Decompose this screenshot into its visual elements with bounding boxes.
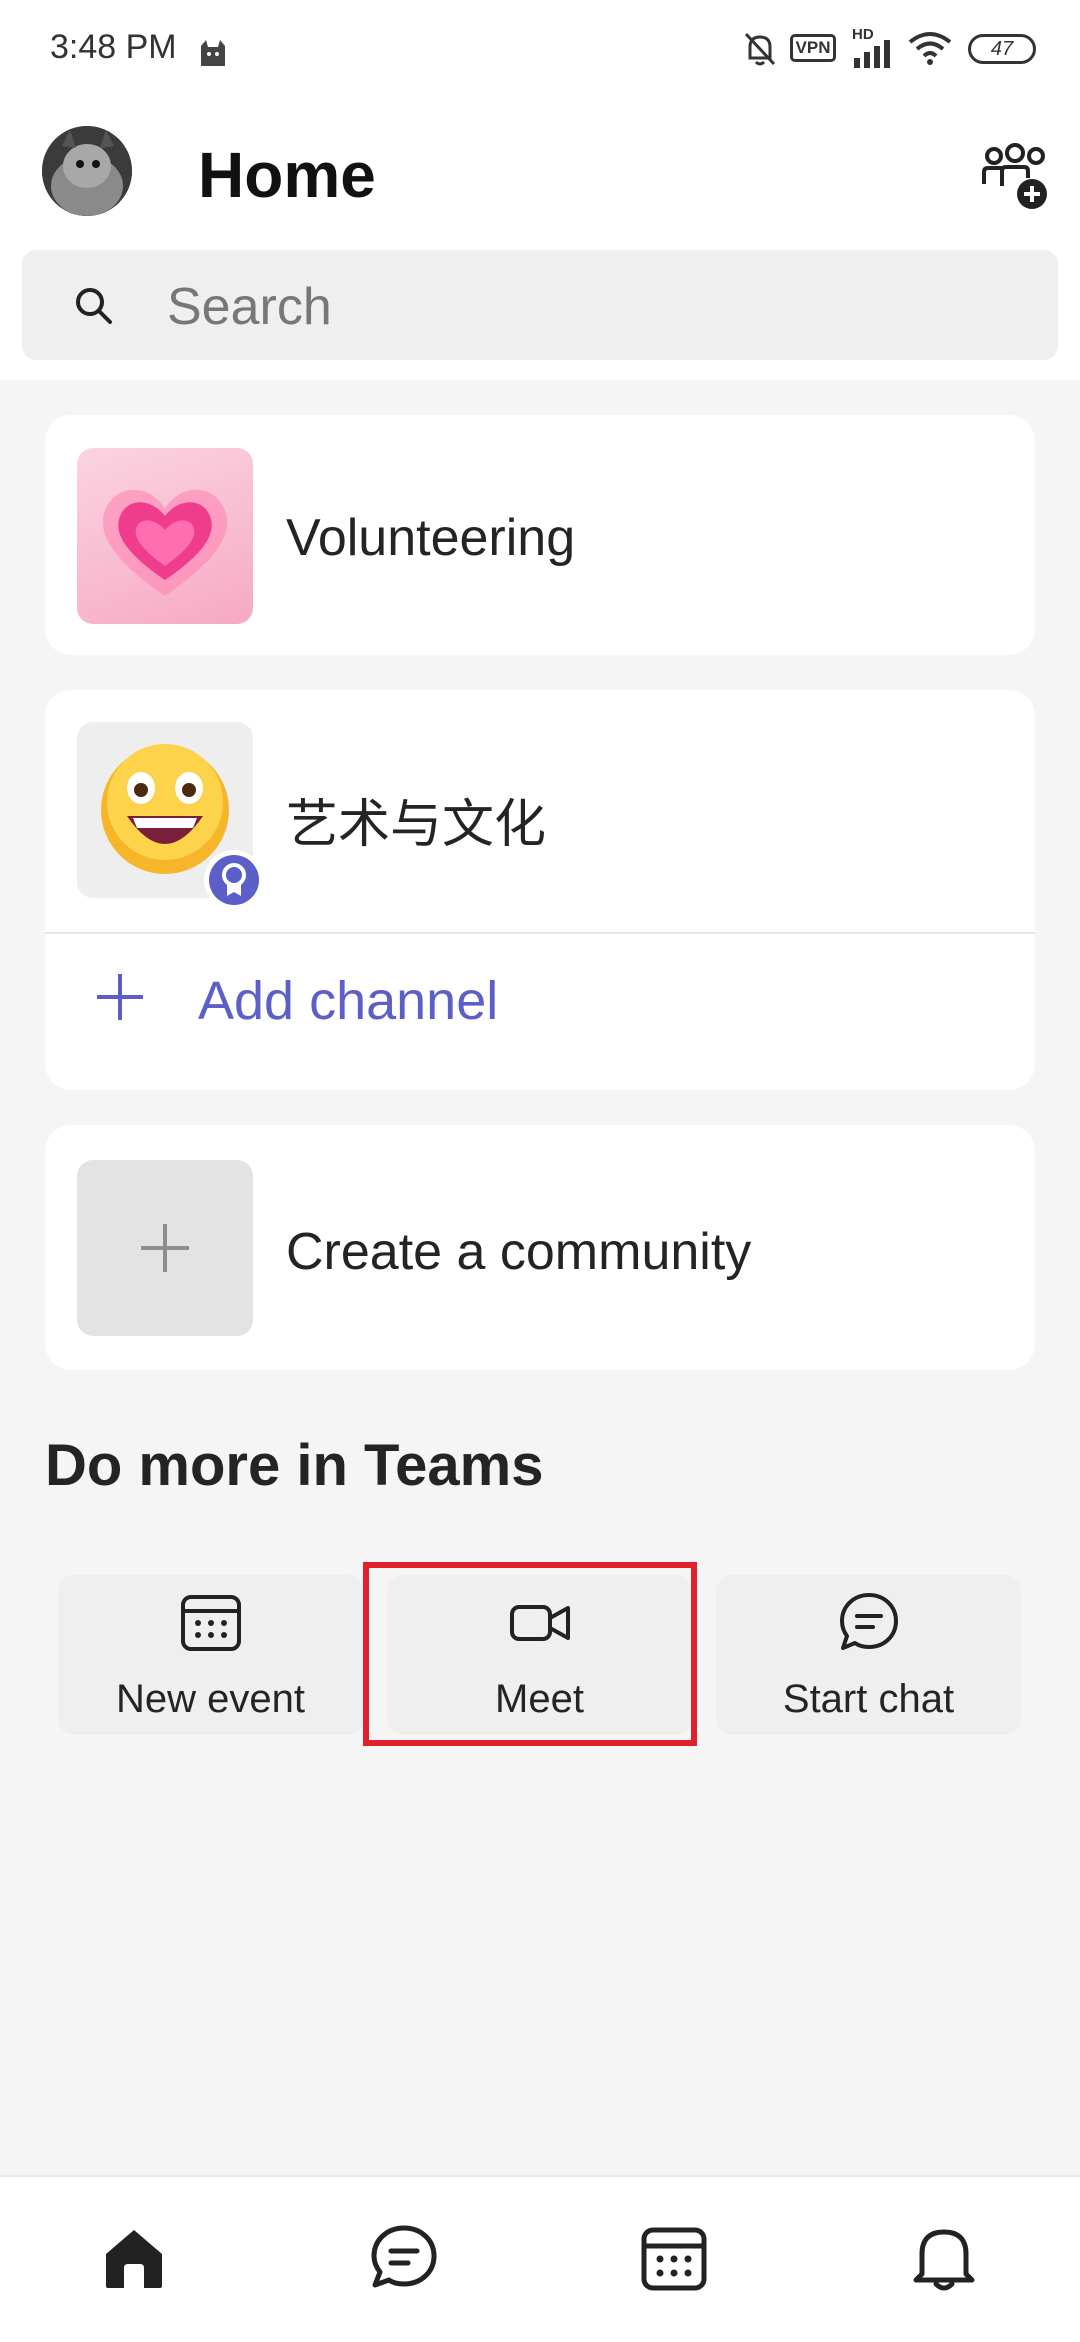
search-input[interactable]: [165, 268, 1029, 346]
add-channel-button[interactable]: [45, 935, 1035, 1085]
bell-icon[interactable]: [908, 2222, 980, 2294]
action-label: New event: [116, 1677, 305, 1721]
battery-indicator: 47: [968, 34, 1036, 64]
community-thumbnail: [77, 448, 253, 624]
highlight-box: [363, 1562, 697, 1746]
avatar-image: [42, 126, 132, 216]
pink-heart-emoji-icon: [102, 489, 228, 596]
bell-muted-icon: [744, 32, 776, 66]
action-label: Start chat: [782, 1677, 955, 1721]
start-chat-button[interactable]: Start chat: [716, 1575, 1021, 1735]
avatar[interactable]: [42, 126, 132, 216]
create-community-thumbnail: [77, 1160, 253, 1336]
search-icon: [76, 288, 112, 324]
chat-icon[interactable]: [368, 2222, 440, 2294]
plus-icon: [141, 1224, 189, 1272]
award-badge-icon: [204, 850, 264, 910]
community-name: 艺术与文化: [286, 796, 547, 854]
section-title: Do more in Teams: [45, 1433, 544, 1498]
plus-icon: [97, 974, 143, 1020]
page-title: Home: [198, 139, 376, 211]
add-team-icon[interactable]: [980, 142, 1050, 212]
chat-icon: [840, 1593, 898, 1650]
signal-icon: [854, 40, 890, 68]
status-time: 3:48 PM: [50, 28, 177, 66]
new-event-button[interactable]: New event: [58, 1575, 363, 1735]
calendar-icon: [181, 1595, 241, 1651]
home-icon[interactable]: [98, 2222, 170, 2294]
calendar-icon[interactable]: [638, 2222, 710, 2294]
create-community-label: Create a community: [286, 1223, 752, 1281]
community-name: Volunteering: [286, 509, 576, 567]
add-channel-label: Add channel: [198, 971, 499, 1031]
cat-icon: [201, 40, 225, 66]
battery-level: 47: [990, 38, 1014, 60]
wifi-icon: [908, 32, 952, 65]
vpn-indicator: VPN: [790, 34, 836, 62]
divider: [45, 932, 1035, 934]
